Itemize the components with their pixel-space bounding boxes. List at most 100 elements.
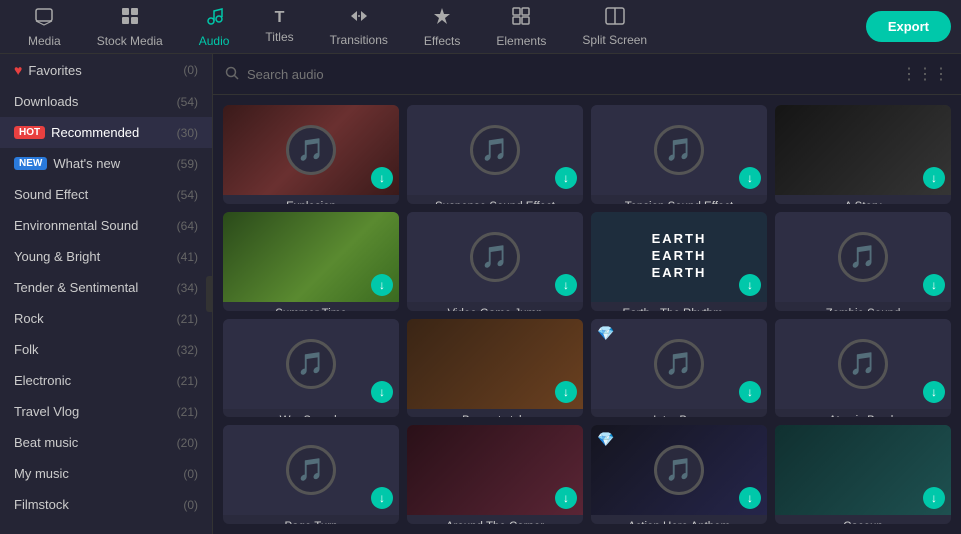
sidebar-item-sound-effect[interactable]: Sound Effect(54) [0, 179, 212, 210]
download-button-video-game-jump[interactable]: ↓ [555, 274, 577, 296]
download-button-explosion[interactable]: ↓ [371, 167, 393, 189]
audio-thumb-cacoun: ↓ [775, 425, 951, 515]
sidebar-item-favorites[interactable]: ♥Favorites(0) [0, 54, 212, 86]
audio-thumb-war-sounds: 🎵 ↓ [223, 319, 399, 409]
audio-card-zombie-sound[interactable]: 🎵 ↓ Zombie Sound [775, 212, 951, 311]
audio-card-intro-bass[interactable]: 🎵 💎 ↓ Intro Bass [591, 319, 767, 418]
nav-item-media[interactable]: Media [10, 0, 79, 54]
sidebar-label-rock: Rock [14, 311, 177, 326]
download-button-a-story[interactable]: ↓ [923, 167, 945, 189]
audio-card-atomic-bomb[interactable]: 🎵 ↓ Atomic Bomb [775, 319, 951, 418]
download-button-zombie-sound[interactable]: ↓ [923, 274, 945, 296]
audio-title-earth-rhythm: Earth - The Rhythm ... [591, 302, 767, 311]
audio-card-boy-got-style[interactable]: ↓ Boy got style [407, 319, 583, 418]
sidebar-label-young-bright: Young & Bright [14, 249, 177, 264]
audio-thumb-icon: 🎵 [470, 125, 520, 175]
download-button-intro-bass[interactable]: ↓ [739, 381, 761, 403]
sidebar-item-folk[interactable]: Folk(32) [0, 334, 212, 365]
audio-title-atomic-bomb: Atomic Bomb [775, 409, 951, 418]
audio-card-page-turn[interactable]: 🎵 ↓ Page Turn [223, 425, 399, 524]
export-button[interactable]: Export [866, 11, 951, 42]
sidebar-item-travel-vlog[interactable]: Travel Vlog(21) [0, 396, 212, 427]
content-area: ⋮⋮⋮ 🎵 ↓ Explosion 🎵 ↓ Suspense Sound Eff… [213, 54, 961, 534]
nav-label-audio: Audio [199, 34, 230, 48]
sidebar-item-filmstock[interactable]: Filmstock(0) [0, 489, 212, 520]
download-button-war-sounds[interactable]: ↓ [371, 381, 393, 403]
download-button-earth-rhythm[interactable]: ↓ [739, 274, 761, 296]
audio-title-intro-bass: Intro Bass [591, 409, 767, 418]
search-input[interactable] [247, 67, 893, 82]
sidebar-item-beat-music[interactable]: Beat music(20) [0, 427, 212, 458]
audio-thumb-icon: 🎵 [286, 445, 336, 495]
top-nav: Media Stock Media Audio T Titles Transit… [0, 0, 961, 54]
audio-thumb-icon: 🎵 [654, 125, 704, 175]
audio-card-war-sounds[interactable]: 🎵 ↓ War Sounds [223, 319, 399, 418]
sidebar-item-electronic[interactable]: Electronic(21) [0, 365, 212, 396]
sidebar-item-my-music[interactable]: My music(0) [0, 458, 212, 489]
sidebar-item-recommended[interactable]: HOTRecommended(30) [0, 117, 212, 148]
audio-card-explosion[interactable]: 🎵 ↓ Explosion [223, 105, 399, 204]
nav-item-titles[interactable]: T Titles [247, 3, 311, 50]
audio-card-earth-rhythm[interactable]: EARTHEARTHEARTH ↓ Earth - The Rhythm ... [591, 212, 767, 311]
sidebar-count-beat-music: (20) [177, 436, 198, 450]
download-button-action-hero-anthem[interactable]: ↓ [739, 487, 761, 509]
download-button-boy-got-style[interactable]: ↓ [555, 381, 577, 403]
sidebar-count-electronic: (21) [177, 374, 198, 388]
sidebar-item-rock[interactable]: Rock(21) [0, 303, 212, 334]
download-button-suspense-sound-effect[interactable]: ↓ [555, 167, 577, 189]
download-button-summer-time[interactable]: ↓ [371, 274, 393, 296]
transitions-icon [349, 7, 369, 30]
nav-item-split-screen[interactable]: Split Screen [564, 1, 665, 53]
favorites-icon: ♥ [14, 62, 22, 78]
audio-card-summer-time[interactable]: ↓ Summer Time [223, 212, 399, 311]
sidebar-item-young-bright[interactable]: Young & Bright(41) [0, 241, 212, 272]
sidebar-label-environmental-sound: Environmental Sound [14, 218, 177, 233]
download-button-atomic-bomb[interactable]: ↓ [923, 381, 945, 403]
audio-thumb-tension-sound-effect: 🎵 ↓ [591, 105, 767, 195]
audio-title-action-hero-anthem: Action Hero Anthem [591, 515, 767, 524]
nav-item-transitions[interactable]: Transitions [312, 1, 406, 53]
nav-label-effects: Effects [424, 34, 460, 48]
audio-title-zombie-sound: Zombie Sound [775, 302, 951, 311]
audio-thumb-icon: 🎵 [838, 339, 888, 389]
sidebar-item-environmental-sound[interactable]: Environmental Sound(64) [0, 210, 212, 241]
audio-card-cacoun[interactable]: ↓ Cacoun [775, 425, 951, 524]
search-icon [225, 66, 239, 83]
audio-card-action-hero-anthem[interactable]: 🎵 💎 ↓ Action Hero Anthem [591, 425, 767, 524]
download-button-tension-sound-effect[interactable]: ↓ [739, 167, 761, 189]
nav-item-effects[interactable]: Effects [406, 0, 478, 54]
audio-title-suspense-sound-effect: Suspense Sound Effect [407, 195, 583, 204]
audio-thumb-atomic-bomb: 🎵 ↓ [775, 319, 951, 409]
hot-badge: HOT [14, 126, 45, 139]
nav-item-elements[interactable]: Elements [478, 0, 564, 54]
sidebar-item-whats-new[interactable]: NEWWhat's new(59) [0, 148, 212, 179]
audio-thumb-icon: 🎵 [654, 445, 704, 495]
nav-item-audio[interactable]: Audio [181, 0, 248, 54]
sidebar-item-downloads[interactable]: Downloads(54) [0, 86, 212, 117]
nav-label-titles: Titles [265, 30, 293, 44]
audio-card-video-game-jump[interactable]: 🎵 ↓ Video Game Jump [407, 212, 583, 311]
sidebar-count-filmstock: (0) [183, 498, 198, 512]
audio-thumb-around-the-corner: ↓ [407, 425, 583, 515]
audio-card-around-the-corner[interactable]: ↓ Around The Corner [407, 425, 583, 524]
audio-thumb-icon: 🎵 [838, 232, 888, 282]
sidebar-label-my-music: My music [14, 466, 183, 481]
download-button-around-the-corner[interactable]: ↓ [555, 487, 577, 509]
audio-grid: 🎵 ↓ Explosion 🎵 ↓ Suspense Sound Effect … [213, 95, 961, 534]
grid-options-icon[interactable]: ⋮⋮⋮ [901, 64, 949, 84]
download-button-page-turn[interactable]: ↓ [371, 487, 393, 509]
audio-thumb-action-hero-anthem: 🎵 💎 ↓ [591, 425, 767, 515]
audio-card-suspense-sound-effect[interactable]: 🎵 ↓ Suspense Sound Effect [407, 105, 583, 204]
audio-card-tension-sound-effect[interactable]: 🎵 ↓ Tension Sound Effect [591, 105, 767, 204]
nav-item-stock-media[interactable]: Stock Media [79, 0, 181, 54]
sidebar-label-folk: Folk [14, 342, 177, 357]
split-screen-icon [605, 7, 625, 30]
sidebar-item-tender-sentimental[interactable]: Tender & Sentimental(34) [0, 272, 212, 303]
audio-card-a-story[interactable]: ↓ A Story [775, 105, 951, 204]
sidebar-collapse-button[interactable]: ‹ [206, 276, 213, 312]
audio-thumb-suspense-sound-effect: 🎵 ↓ [407, 105, 583, 195]
download-button-cacoun[interactable]: ↓ [923, 487, 945, 509]
audio-thumb-video-game-jump: 🎵 ↓ [407, 212, 583, 302]
elements-icon [511, 6, 531, 31]
audio-thumb-boy-got-style: ↓ [407, 319, 583, 409]
